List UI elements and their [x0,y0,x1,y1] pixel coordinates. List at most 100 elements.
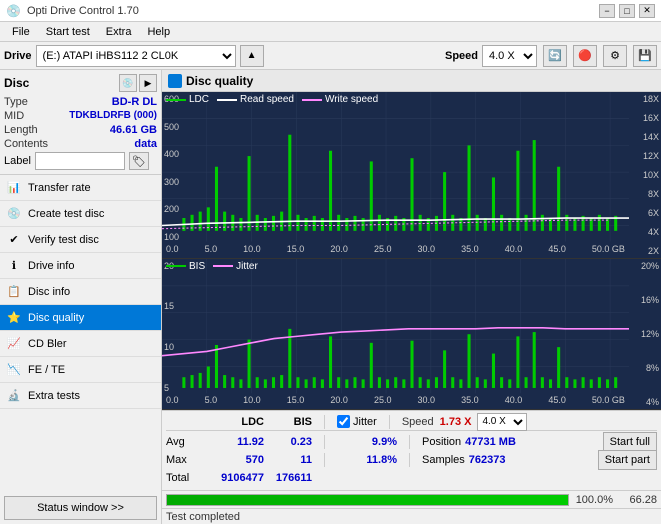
status-text: Test completed [166,511,240,523]
disc-info-icon: 📋 [6,284,22,300]
menu-extra[interactable]: Extra [98,24,140,40]
sidebar-item-create-test-disc[interactable]: 💿 Create test disc [0,201,161,227]
chart-title-icon [168,74,182,88]
drive-select[interactable]: (E:) ATAPI iHBS112 2 CL0K [36,45,236,67]
extra-tests-icon: 🔬 [6,388,22,404]
sidebar-item-fe-te[interactable]: 📉 FE / TE [0,357,161,383]
jitter-checkbox[interactable] [337,415,350,428]
start-full-btn-wrapper: Start full [603,432,657,452]
progress-fill [167,495,568,505]
stats-bar: LDC BIS Jitter Speed 1.73 X 4.0 X [162,410,661,490]
drive-label: Drive [4,50,32,62]
divider5 [324,453,325,467]
content-area: Disc quality [162,70,661,524]
mid-label: MID [4,110,24,122]
speed-select-stats[interactable]: 4.0 X [477,413,527,431]
sidebar-label-extra-tests: Extra tests [28,390,80,402]
disc-icon-btn[interactable]: 💿 [119,74,137,92]
divider4 [409,435,410,449]
disc-section-title: Disc [4,76,29,90]
bottom-chart-x-axis: 0.0 5.0 10.0 15.0 20.0 25.0 30.0 35.0 40… [162,395,629,409]
sidebar-item-extra-tests[interactable]: 🔬 Extra tests [0,383,161,409]
start-part-button[interactable]: Start part [598,450,657,470]
position-area: Position 47731 MB [422,436,516,448]
sidebar-item-cd-bler[interactable]: 📈 CD Bler [0,331,161,357]
create-test-disc-icon: 💿 [6,206,22,222]
menu-file[interactable]: File [4,24,38,40]
progress-time: 66.28 [617,494,657,506]
total-ldc: 9106477 [209,472,264,484]
top-chart-svg [162,92,661,258]
legend-write-speed: Write speed [302,94,378,105]
legend-read-speed: Read speed [217,94,294,105]
sidebar-item-disc-quality[interactable]: ⭐ Disc quality [0,305,161,331]
bottom-chart-legend: BIS Jitter [166,261,258,272]
drivebar: Drive (E:) ATAPI iHBS112 2 CL0K ▲ Speed … [0,42,661,70]
sidebar: Disc 💿 ▶ Type BD-R DL MID TDKBLDRFB (000… [0,70,162,524]
divider3 [324,435,325,449]
bottom-chart-svg [162,259,661,409]
jitter-header: Jitter [353,416,377,428]
sidebar-label-cd-bler: CD Bler [28,338,67,350]
label-input[interactable] [35,152,125,170]
charts-area: LDC Read speed Write speed 18X 16X 14X [162,92,661,410]
sidebar-label-create-test-disc: Create test disc [28,208,104,220]
avg-ldc: 11.92 [209,436,264,448]
top-chart-legend: LDC Read speed Write speed [166,94,378,105]
legend-bis: BIS [166,261,205,272]
minimize-button[interactable]: − [599,4,615,18]
sidebar-label-fe-te: FE / TE [28,364,65,376]
menu-starttest[interactable]: Start test [38,24,98,40]
sidebar-label-drive-info: Drive info [28,260,74,272]
status-window-button[interactable]: Status window >> [4,496,157,520]
drive-info-icon: ℹ [6,258,22,274]
settings-button[interactable]: ⚙ [603,45,627,67]
progress-percent: 100.0% [573,494,613,506]
total-bis: 176611 [272,472,312,484]
start-part-btn-wrapper: Start part [598,450,657,470]
maximize-button[interactable]: □ [619,4,635,18]
position-label: Position [422,436,461,448]
burn-button[interactable]: 🔴 [573,45,597,67]
label-icon-btn[interactable]: 🏷 [129,152,149,170]
window-controls: − □ ✕ [599,4,655,18]
chart-titlebar: Disc quality [162,70,661,92]
label-label: Label [4,155,31,167]
speed-header-label: Speed [402,416,434,428]
stats-max-row: Max 570 11 11.8% Samples 762373 Start pa… [166,451,657,469]
top-chart: LDC Read speed Write speed 18X 16X 14X [162,92,661,259]
sidebar-item-drive-info[interactable]: ℹ Drive info [0,253,161,279]
menubar: File Start test Extra Help [0,22,661,42]
jitter-checkbox-area[interactable]: Jitter [337,415,377,428]
contents-label: Contents [4,138,48,150]
avg-bis: 0.23 [272,436,312,448]
main-layout: Disc 💿 ▶ Type BD-R DL MID TDKBLDRFB (000… [0,70,661,524]
sidebar-item-verify-test-disc[interactable]: ✔ Verify test disc [0,227,161,253]
start-full-button[interactable]: Start full [603,432,657,452]
disc-arrow-btn[interactable]: ▶ [139,74,157,92]
chart-title: Disc quality [186,74,253,88]
type-value: BD-R DL [112,96,157,108]
speed-label: Speed [445,50,478,62]
save-button[interactable]: 💾 [633,45,657,67]
bis-header: BIS [272,416,312,428]
sidebar-item-disc-info[interactable]: 📋 Disc info [0,279,161,305]
app-title: Opti Drive Control 1.70 [27,5,139,17]
max-jitter: 11.8% [337,454,397,466]
statusbar: Test completed [162,508,661,524]
close-button[interactable]: ✕ [639,4,655,18]
stats-header-row: LDC BIS Jitter Speed 1.73 X 4.0 X [166,413,657,431]
samples-value: 762373 [469,454,506,466]
sidebar-menu: 📊 Transfer rate 💿 Create test disc ✔ Ver… [0,175,161,409]
top-chart-x-axis: 0.0 5.0 10.0 15.0 20.0 25.0 30.0 35.0 40… [162,244,629,258]
menu-help[interactable]: Help [139,24,178,40]
total-label: Total [166,472,201,484]
refresh-button[interactable]: 🔄 [543,45,567,67]
legend-jitter: Jitter [213,261,258,272]
ldc-header: LDC [209,416,264,428]
eject-button[interactable]: ▲ [240,45,264,67]
titlebar: 💿 Opti Drive Control 1.70 − □ ✕ [0,0,661,22]
divider1 [324,415,325,429]
speed-select[interactable]: 4.0 X [482,45,537,67]
sidebar-item-transfer-rate[interactable]: 📊 Transfer rate [0,175,161,201]
